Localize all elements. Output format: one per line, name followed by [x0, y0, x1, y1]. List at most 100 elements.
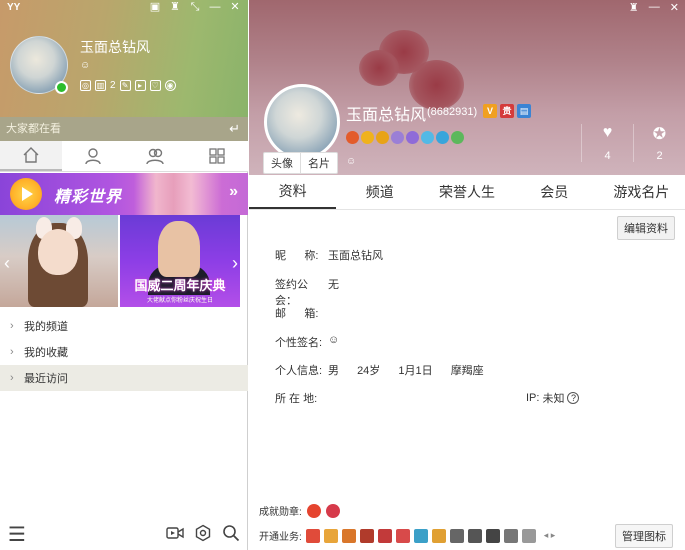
minimize-icon[interactable]: — [208, 1, 222, 14]
video-icon[interactable] [166, 524, 184, 542]
contact-icon [85, 148, 101, 165]
card-badge-icon[interactable]: ▤ [517, 104, 531, 118]
medal-icon[interactable] [361, 131, 374, 144]
search-icon[interactable] [222, 524, 240, 542]
menu-icon[interactable]: ☰ [8, 522, 26, 547]
vip-badge-icon[interactable]: V [483, 104, 497, 118]
tab-game-card[interactable]: 游戏名片 [598, 175, 685, 209]
stat-value: 4 [604, 150, 611, 162]
achievement-medal-icon[interactable] [306, 503, 321, 518]
live-thumbnail[interactable] [0, 215, 118, 307]
stat-value: 2 [656, 150, 663, 162]
banner[interactable]: 精彩世界 » [0, 173, 248, 215]
search-input[interactable] [0, 117, 220, 141]
note-icon[interactable]: ✎ [119, 80, 131, 91]
medal-icon[interactable] [376, 131, 389, 144]
tab-channels[interactable]: 频道 [336, 175, 423, 209]
service-icon[interactable] [449, 528, 464, 543]
left-tabs [0, 141, 248, 172]
tab-honor-life[interactable]: 荣誉人生 [423, 175, 510, 209]
label: IP: [526, 392, 540, 404]
online-status-icon[interactable] [55, 81, 68, 94]
left-titlebar: YY ▣ ♜ ⤡ — ✕ [0, 0, 248, 16]
list-item-my-favorites[interactable]: › 我的收藏 [0, 339, 248, 365]
profile-avatar[interactable] [264, 84, 340, 160]
shirt-icon[interactable]: ♜ [629, 1, 639, 14]
service-icon[interactable] [323, 528, 338, 543]
birthday-value: 1月1日 [398, 365, 433, 377]
tab-card[interactable]: 名片 [300, 153, 337, 173]
app-title: YY [7, 2, 21, 13]
avatar-tabs: 头像 名片 [263, 152, 338, 174]
service-icon[interactable] [521, 528, 536, 543]
tab-profile[interactable]: 资料 [249, 175, 337, 209]
live-thumbnail[interactable]: 国威二周年庆典 大佬献点你粉丝庆祝生日 [120, 215, 240, 307]
tab-membership[interactable]: 会员 [511, 175, 598, 209]
tab-contacts[interactable] [62, 141, 124, 171]
shirt-icon[interactable]: ♜ [168, 1, 182, 14]
gamepad-icon[interactable]: ◎ [80, 80, 91, 91]
list-item-my-channels[interactable]: › 我的频道 [0, 313, 248, 339]
edit-profile-button[interactable]: 编辑资料 [617, 216, 675, 240]
chevron-right-icon: › [10, 346, 14, 358]
skin-icon[interactable]: ▣ [148, 1, 162, 14]
medal-icon: ✪ [652, 126, 667, 143]
stat-honors[interactable]: ✪ 2 [633, 124, 685, 162]
compact-icon[interactable]: ⤡ [188, 1, 202, 14]
service-icon[interactable] [467, 528, 482, 543]
manage-icons-button[interactable]: 管理图标 [615, 524, 673, 548]
help-icon[interactable]: ? [567, 392, 580, 404]
list-item-label: 最近访问 [24, 373, 68, 385]
medal-icon[interactable] [451, 131, 464, 144]
service-icon[interactable] [413, 528, 428, 543]
ip-value: 未知 [542, 393, 565, 405]
minimize-icon[interactable]: — [649, 1, 660, 14]
medal-icon[interactable] [421, 131, 434, 144]
achievement-row: 成就勋章: [259, 503, 340, 518]
close-icon[interactable]: ✕ [228, 1, 242, 14]
play-icon[interactable]: ▸ [134, 80, 146, 91]
service-icon[interactable] [359, 528, 374, 543]
double-chevron-right-icon[interactable]: » [229, 183, 238, 201]
nickname-value: 玉面总钻风 [328, 250, 383, 262]
label: 昵 称: [275, 250, 319, 262]
tab-apps[interactable] [186, 141, 248, 171]
user-signature[interactable]: ☺ [80, 60, 90, 71]
medal-icon[interactable] [391, 131, 404, 144]
service-icon[interactable] [431, 528, 446, 543]
profile-badges: V 贵 ▤ [483, 104, 531, 118]
medal-icon[interactable] [436, 131, 449, 144]
stat-likes[interactable]: ♥ 4 [581, 124, 633, 162]
service-icon[interactable] [395, 528, 410, 543]
achievement-medal-icon[interactable] [325, 503, 340, 518]
service-icon[interactable] [377, 528, 392, 543]
heart-icon[interactable]: ♡ [149, 80, 161, 91]
services-label: 开通业务: [259, 532, 302, 543]
medal-icon[interactable] [346, 131, 359, 144]
close-icon[interactable]: ✕ [670, 1, 679, 14]
settings-icon[interactable] [194, 524, 212, 542]
chevron-right-icon: › [10, 372, 14, 384]
tab-home[interactable] [0, 141, 62, 171]
gift-count: 2 [110, 80, 116, 91]
carousel-prev-icon[interactable]: ‹ [4, 253, 10, 274]
tab-avatar[interactable]: 头像 [264, 153, 300, 173]
service-icon[interactable] [341, 528, 356, 543]
tab-groups[interactable] [124, 141, 186, 171]
left-window-controls: ▣ ♜ ⤡ — ✕ [148, 1, 242, 14]
label: 个性签名: [275, 337, 323, 349]
noble-badge-icon[interactable]: 贵 [500, 104, 514, 118]
service-icon[interactable] [305, 528, 320, 543]
eye-icon[interactable]: ◉ [164, 80, 176, 91]
list-item-label: 我的收藏 [24, 347, 68, 359]
service-icon[interactable] [485, 528, 500, 543]
list-item-recent[interactable]: › 最近访问 [0, 365, 248, 391]
medal-icon[interactable] [406, 131, 419, 144]
scroll-arrows-icon[interactable]: ◂ ▸ [544, 530, 556, 541]
label: 邮 箱: [275, 308, 319, 320]
user-name[interactable]: 玉面总钻风 [80, 37, 150, 57]
service-icon[interactable] [503, 528, 518, 543]
carousel-next-icon[interactable]: › [232, 253, 238, 274]
enter-icon[interactable]: ↵ [229, 121, 240, 137]
gift-icon[interactable]: ▥ [95, 80, 106, 91]
